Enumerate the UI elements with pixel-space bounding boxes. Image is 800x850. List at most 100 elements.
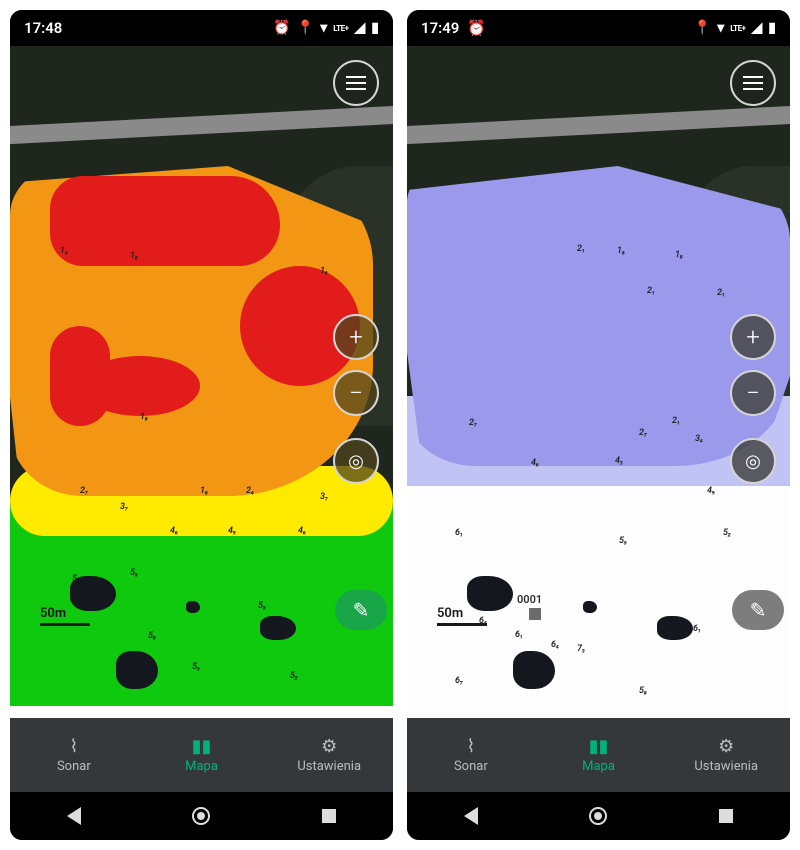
depth-label: 5₂ <box>723 528 731 538</box>
compass-icon: ◎ <box>348 451 364 472</box>
hamburger-icon <box>743 76 763 90</box>
depth-label: 3₇ <box>120 502 128 512</box>
depth-label: 4₆ <box>298 526 306 536</box>
network-type: LTE+ <box>730 24 745 33</box>
tab-ustawienia[interactable]: ⚙ Ustawienia <box>265 718 393 792</box>
alarm-icon: ⏰ <box>467 19 486 37</box>
map-view[interactable]: 2₁1₈1₈2₁2₁2₁2₇3₄4₃4₆2₇4₉5₂6₁5₅6₄6₁6₄6₁7₃… <box>407 46 790 718</box>
depth-label: 2₇ <box>639 428 647 438</box>
depth-label: 4₆ <box>531 458 539 468</box>
depth-label: 5₅ <box>619 536 627 546</box>
map-view[interactable]: 1₄1₈1₆1₈2₄1₈2₇3₇3₇4₆4₉4₆5₅5₈5₅5₅5₂5₈ 50m… <box>10 46 393 718</box>
depth-label: 1₈ <box>200 486 208 496</box>
depth-label: 5₅ <box>130 568 138 578</box>
back-button[interactable] <box>460 805 482 827</box>
island <box>583 601 597 613</box>
depth-label: 2₇ <box>469 418 477 428</box>
tab-ustawienia[interactable]: ⚙ Ustawienia <box>662 718 790 792</box>
depth-label: 6₁ <box>455 528 463 538</box>
plus-icon: + <box>746 323 760 351</box>
depth-label: 5₅ <box>258 601 266 611</box>
minus-icon: − <box>349 379 363 407</box>
depth-label: 2₁ <box>647 286 655 296</box>
depth-label: 5₈ <box>639 686 647 696</box>
tab-mapa[interactable]: ▮▮ Mapa <box>535 718 663 792</box>
depth-label: 6₄ <box>551 640 559 650</box>
tab-label: Ustawienia <box>694 759 758 774</box>
depth-label: 5₈ <box>148 631 156 641</box>
wifi-icon: ▾ <box>320 20 327 36</box>
pencil-icon: ✎ <box>353 598 370 622</box>
back-button[interactable] <box>63 805 85 827</box>
depth-label: 1₈ <box>140 412 148 422</box>
menu-button[interactable] <box>730 60 776 106</box>
edit-fab[interactable]: ✎ <box>732 590 784 630</box>
zoom-out-button[interactable]: − <box>333 370 379 416</box>
tab-mapa[interactable]: ▮▮Mapa <box>138 718 266 792</box>
map-icon: ▮▮ <box>589 736 609 757</box>
depth-label: 4₉ <box>707 486 715 496</box>
home-button[interactable] <box>190 805 212 827</box>
zoom-out-button[interactable]: − <box>730 370 776 416</box>
waypoint-marker[interactable] <box>529 608 541 620</box>
wifi-icon: ▾ <box>717 20 724 36</box>
alarm-icon: ⏰ <box>273 20 290 36</box>
tab-sonar[interactable]: ⌇Sonar <box>407 718 535 792</box>
scale-bar: 50m <box>40 606 90 626</box>
recents-button[interactable] <box>318 805 340 827</box>
compass-button[interactable]: ◎ <box>730 438 776 484</box>
triangle-back-icon <box>67 807 81 825</box>
battery-icon: ▮ <box>371 20 379 36</box>
tab-label: Ustawienia <box>297 759 361 774</box>
triangle-back-icon <box>464 807 478 825</box>
compass-icon: ◎ <box>745 451 761 472</box>
depth-label: 4₃ <box>615 456 623 466</box>
status-bar: 17:48 ⏰ 📍 ▾ LTE+ ◢ ▮ <box>10 10 393 46</box>
tab-label: Sonar <box>454 759 488 774</box>
location-icon: 📍 <box>297 20 314 36</box>
hamburger-icon <box>346 76 366 90</box>
android-nav-bar <box>407 792 790 840</box>
depth-label: 5₂ <box>290 671 298 681</box>
depth-label: 3₇ <box>320 492 328 502</box>
circle-home-icon <box>192 807 210 825</box>
depth-label: 2₇ <box>80 486 88 496</box>
location-icon: 📍 <box>694 20 711 36</box>
status-bar: 17:49 ⏰ 📍 ▾ LTE+ ◢ ▮ <box>407 10 790 46</box>
sonar-icon: ⌇ <box>69 736 78 757</box>
gear-icon: ⚙ <box>321 736 337 757</box>
gear-icon: ⚙ <box>718 736 734 757</box>
depth-label: 1₆ <box>320 266 328 276</box>
depth-label: 6₇ <box>455 676 463 686</box>
clock: 17:48 <box>24 19 62 37</box>
island <box>116 651 158 689</box>
signal-icon: ◢ <box>752 20 763 36</box>
network-type: LTE+ <box>333 24 348 33</box>
tab-label: Mapa <box>582 759 615 774</box>
zoom-in-button[interactable]: + <box>333 314 379 360</box>
recents-button[interactable] <box>715 805 737 827</box>
bottom-nav: ⌇Sonar ▮▮ Mapa ⚙ Ustawienia <box>407 718 790 792</box>
edit-fab[interactable]: ✎ <box>335 590 387 630</box>
compass-button[interactable]: ◎ <box>333 438 379 484</box>
tab-sonar[interactable]: ⌇ Sonar <box>10 718 138 792</box>
depth-label: 1₈ <box>130 251 138 261</box>
status-icons: 📍 ▾ LTE+ ◢ ▮ <box>694 20 776 36</box>
tab-label: Sonar <box>57 759 91 774</box>
depth-label: 2₄ <box>246 486 254 496</box>
depth-label: 6₁ <box>693 624 701 634</box>
depth-label: 1₄ <box>60 246 68 256</box>
depth-label: 1₈ <box>675 250 683 260</box>
depth-label: 5₅ <box>192 662 200 672</box>
island <box>657 616 693 640</box>
island <box>186 601 200 613</box>
island <box>260 616 296 640</box>
square-recents-icon <box>719 809 733 823</box>
home-button[interactable] <box>587 805 609 827</box>
waypoint-label: 0001 <box>517 593 542 606</box>
pencil-icon: ✎ <box>750 598 767 622</box>
scale-bar: 50m <box>437 606 487 626</box>
menu-button[interactable] <box>333 60 379 106</box>
depth-label: 4₆ <box>170 526 178 536</box>
zoom-in-button[interactable]: + <box>730 314 776 360</box>
